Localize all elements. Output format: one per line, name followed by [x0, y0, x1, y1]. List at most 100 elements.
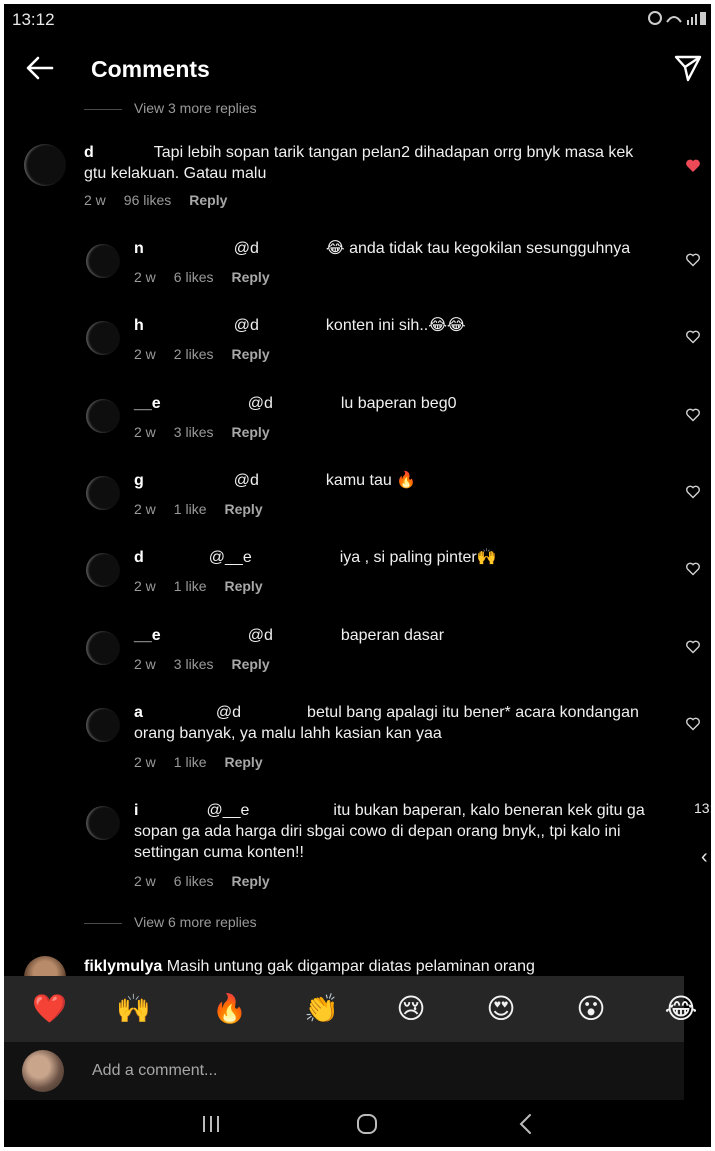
reply-button[interactable]: Reply: [231, 269, 269, 285]
like-heart-icon[interactable]: [685, 716, 701, 732]
comment-body: kamu tau 🔥: [325, 472, 417, 489]
status-icons: [647, 10, 707, 29]
comment-likes[interactable]: 3 likes: [174, 656, 214, 672]
avatar[interactable]: [86, 806, 120, 840]
reply-button[interactable]: Reply: [189, 192, 227, 208]
comment-username[interactable]: h: [134, 317, 144, 334]
comment-text: d Tapi lebih sopan tarik tangan pelan2 di…: [84, 142, 654, 184]
mention-link[interactable]: @d: [216, 704, 241, 721]
avatar[interactable]: [86, 244, 120, 278]
comment-text: d @__e iya , si paling pinter🙌: [134, 547, 664, 568]
avatar[interactable]: [86, 631, 120, 665]
nav-back-icon[interactable]: [516, 1112, 536, 1136]
comment-username[interactable]: a: [134, 704, 143, 721]
comment-username[interactable]: g: [134, 472, 144, 489]
comment-time: 2 w: [134, 754, 156, 770]
comment-username[interactable]: fiklymulya: [84, 958, 162, 975]
comment-body: betul bang apalagi itu bener* acara kond…: [134, 704, 639, 742]
mention-link[interactable]: @__e: [206, 802, 249, 819]
screen: 13:12 Comments View 3 more replies d Tapi…: [4, 4, 711, 1147]
avatar[interactable]: [86, 476, 120, 510]
recent-apps-icon[interactable]: [200, 1114, 222, 1134]
mention-link[interactable]: @d: [234, 317, 259, 334]
send-icon[interactable]: [672, 52, 704, 84]
comment-time: 2 w: [84, 192, 106, 208]
mention-link[interactable]: @d: [248, 627, 273, 644]
comment-text: g @d kamu tau 🔥: [134, 470, 664, 491]
avatar[interactable]: [86, 553, 120, 587]
liked-heart-icon[interactable]: [685, 158, 701, 174]
comment-time: 2 w: [134, 346, 156, 362]
comment-username[interactable]: __e: [134, 395, 161, 412]
mention-link[interactable]: @d: [234, 240, 259, 257]
comment-time: 2 w: [134, 656, 156, 672]
comment-input[interactable]: Add a comment...: [92, 1062, 217, 1080]
comment-meta: 2 w 6 likes Reply: [134, 269, 288, 285]
reply-comment: __e @d baperan dasar 2 w 3 likes Reply: [4, 625, 711, 695]
laughing-emoji[interactable]: 😂: [664, 992, 698, 1026]
reply-button[interactable]: Reply: [224, 578, 262, 594]
comment-meta: 2 w 96 likes Reply: [84, 192, 245, 208]
like-heart-icon[interactable]: [685, 639, 701, 655]
like-heart-icon[interactable]: [685, 329, 701, 345]
comment-text: a @d betul bang apalagi itu bener* acara k…: [134, 702, 664, 744]
emoji-quick-bar: ❤️ 🙌 🔥 👏 😢 😍 😮 😂: [4, 976, 697, 1042]
heart-eyes-emoji[interactable]: 😍: [484, 992, 518, 1026]
comment-username[interactable]: i: [134, 802, 138, 819]
crying-emoji[interactable]: 😢: [394, 992, 428, 1026]
like-heart-icon[interactable]: [685, 561, 701, 577]
comment-username[interactable]: __e: [134, 627, 161, 644]
mention-link[interactable]: @d: [234, 472, 259, 489]
reply-button[interactable]: Reply: [224, 501, 262, 517]
reply-button[interactable]: Reply: [231, 873, 269, 889]
like-heart-icon[interactable]: [685, 484, 701, 500]
page-title: Comments: [91, 56, 210, 82]
comment-likes[interactable]: 6 likes: [174, 269, 214, 285]
like-heart-icon[interactable]: [685, 407, 701, 423]
avatar[interactable]: [24, 144, 66, 186]
comment-likes[interactable]: 1 like: [174, 501, 207, 517]
comment-username[interactable]: d: [134, 549, 144, 566]
comment-likes[interactable]: 1 like: [174, 578, 207, 594]
comment-likes[interactable]: 96 likes: [124, 192, 171, 208]
system-nav-bar: [4, 1100, 711, 1147]
comment-meta: 2 w 1 like Reply: [134, 754, 281, 770]
reply-button[interactable]: Reply: [231, 656, 269, 672]
comment-text: h @d konten ini sih..😂😂: [134, 315, 664, 336]
back-arrow-icon[interactable]: [24, 52, 56, 84]
comment-text: n @d 😂 anda tidak tau kegokilan sesungguhn…: [134, 238, 664, 259]
comment-likes[interactable]: 2 likes: [174, 346, 214, 362]
home-icon[interactable]: [355, 1112, 379, 1136]
fire-emoji[interactable]: 🔥: [212, 992, 247, 1026]
system-tray-icon: [648, 11, 706, 25]
raised-hands-emoji[interactable]: 🙌: [116, 992, 151, 1026]
comment-body: Tapi lebih sopan tarik tangan pelan2 dih…: [84, 144, 634, 182]
reply-button[interactable]: Reply: [224, 754, 262, 770]
red-heart-emoji[interactable]: ❤️: [32, 992, 67, 1026]
like-heart-icon[interactable]: [685, 252, 701, 268]
comment-body: iya , si paling pinter🙌: [339, 549, 497, 566]
comment-body: konten ini sih..😂😂: [325, 317, 466, 334]
mention-link[interactable]: @d: [248, 395, 273, 412]
avatar[interactable]: [86, 399, 120, 433]
comment-meta: 2 w 2 likes Reply: [134, 346, 288, 362]
comment-username[interactable]: n: [134, 240, 144, 257]
surprised-emoji[interactable]: 😮: [574, 992, 608, 1026]
parent-comment: d Tapi lebih sopan tarik tangan pelan2 di…: [4, 142, 711, 212]
comment-likes[interactable]: 3 likes: [174, 424, 214, 440]
comment-likes[interactable]: 1 like: [174, 754, 207, 770]
status-time: 13:12: [12, 10, 55, 29]
comment-time: 2 w: [134, 424, 156, 440]
avatar[interactable]: [86, 708, 120, 742]
comment-username[interactable]: d: [84, 144, 94, 161]
mention-link[interactable]: @__e: [209, 549, 252, 566]
reply-button[interactable]: Reply: [231, 346, 269, 362]
comment-meta: 2 w 1 like Reply: [134, 501, 281, 517]
reply-button[interactable]: Reply: [231, 424, 269, 440]
avatar[interactable]: [86, 321, 120, 355]
comment-likes[interactable]: 6 likes: [174, 873, 214, 889]
clapping-emoji[interactable]: 👏: [304, 992, 339, 1026]
comment-time: 2 w: [134, 873, 156, 889]
edge-overlay-back-icon[interactable]: ‹: [701, 846, 708, 869]
comment-text: __e @d baperan dasar: [134, 625, 664, 646]
